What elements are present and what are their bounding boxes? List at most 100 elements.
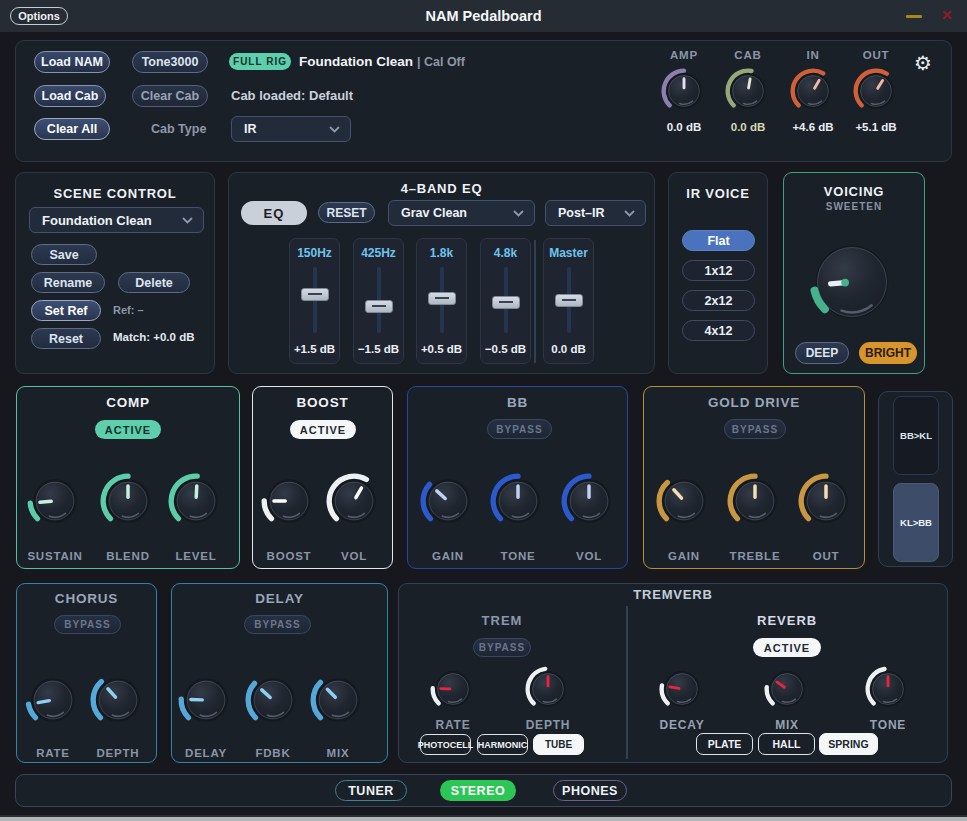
tremverb-divider [626, 606, 628, 759]
set-ref-button[interactable]: Set Ref [31, 300, 101, 321]
gold-out-label: OUT [781, 550, 871, 562]
eq-slider-handle[interactable] [555, 294, 583, 307]
out-knob[interactable] [853, 68, 899, 114]
ir-voice-4x12-button[interactable]: 4x12 [682, 320, 755, 341]
routing-toggle: BB>KL KL>BB [878, 391, 953, 567]
chevron-down-icon [329, 126, 340, 133]
eq-band-value: −1.5 dB [354, 343, 403, 355]
full-rig-badge: FULL RIG [229, 53, 291, 70]
eq-band-425hz: 425Hz −1.5 dB [353, 238, 404, 364]
tremverb-panel: TREMVERB TREM BYPASS RATE DEPTH PHOTOCEL… [398, 583, 948, 763]
clear-cab-button[interactable]: Clear Cab [132, 85, 208, 107]
comp-level-knob[interactable] [168, 473, 224, 529]
boost-active-badge[interactable]: ACTIVE [290, 420, 356, 439]
delete-button[interactable]: Delete [118, 272, 190, 293]
delay-fdbk-knob[interactable] [245, 672, 301, 728]
tone3000-button[interactable]: Tone3000 [132, 51, 208, 73]
in-knob[interactable] [790, 68, 836, 114]
chevron-down-icon [624, 210, 635, 217]
eq-routing-select[interactable]: Post–IR [545, 200, 646, 226]
cab-type-select[interactable]: IR [231, 116, 351, 142]
rename-button[interactable]: Rename [31, 272, 105, 293]
reverb-mode-spring[interactable]: SPRING [819, 733, 878, 755]
comp-active-badge[interactable]: ACTIVE [95, 420, 161, 439]
reverb-mix-knob[interactable] [764, 666, 810, 712]
scene-control-title: SCENE CONTROL [16, 186, 214, 201]
trem-mode-tube[interactable]: TUBE [533, 734, 584, 755]
reset-button[interactable]: Reset [31, 328, 101, 349]
gold-gain-knob[interactable] [656, 473, 712, 529]
scene-control-panel: SCENE CONTROL Foundation Clean Save Rena… [15, 172, 215, 374]
bright-button[interactable]: BRIGHT [859, 342, 917, 364]
chorus-bypass-badge[interactable]: BYPASS [54, 615, 121, 634]
eq-slider-handle[interactable] [301, 288, 329, 301]
eq-slider-handle[interactable] [365, 300, 393, 313]
routing-bb-kl-button[interactable]: BB>KL [893, 396, 939, 475]
cab-knob[interactable] [725, 68, 771, 114]
routing-kl-bb-button[interactable]: KL>BB [893, 483, 939, 562]
ir-voice-flat-button[interactable]: Flat [682, 230, 755, 251]
close-icon[interactable]: ✕ [941, 7, 953, 23]
delay-delay-knob[interactable] [178, 672, 234, 728]
trem-mode-photocell[interactable]: PHOTOCELL [420, 734, 471, 755]
chorus-depth-label: DEPTH [73, 747, 163, 759]
clear-all-button[interactable]: Clear All [34, 118, 110, 140]
delay-mix-knob[interactable] [310, 672, 366, 728]
load-nam-button[interactable]: Load NAM [34, 51, 110, 73]
chorus-depth-knob[interactable] [90, 672, 146, 728]
chorus-rate-knob[interactable] [25, 672, 81, 728]
bb-vol-knob[interactable] [561, 473, 617, 529]
comp-title: COMP [17, 395, 239, 410]
gold-out-knob[interactable] [798, 473, 854, 529]
reverb-mode-hall[interactable]: HALL [758, 733, 815, 755]
reverb-tone-knob[interactable] [865, 666, 911, 712]
boost-boost-knob[interactable] [261, 473, 317, 529]
bb-gain-knob[interactable] [420, 473, 476, 529]
ir-voice-1x12-button[interactable]: 1x12 [682, 260, 755, 281]
minimize-icon[interactable] [906, 15, 922, 18]
tuner-button[interactable]: TUNER [335, 780, 407, 801]
trem-mode-harmonic[interactable]: HARMONIC [477, 734, 528, 755]
eq-slider-handle[interactable] [492, 296, 520, 309]
rig-panel: Load NAM Tone3000 FULL RIG Foundation Cl… [15, 40, 952, 162]
trem-bypass-badge[interactable]: BYPASS [473, 638, 531, 657]
eq-band-master: Master 0.0 dB [543, 238, 594, 364]
reverb-decay-knob[interactable] [659, 666, 705, 712]
ir-voice-panel: IR VOICE Flat 1x12 2x12 4x12 [668, 172, 768, 374]
gold-drive-bypass-badge[interactable]: BYPASS [724, 419, 786, 439]
load-cab-button[interactable]: Load Cab [34, 85, 106, 107]
eq-reset-button[interactable]: RESET [318, 202, 375, 223]
comp-blend-knob[interactable] [100, 473, 156, 529]
bb-pedal: BB BYPASS GAIN TONE VOL [407, 386, 628, 569]
eq-slider-handle[interactable] [428, 292, 456, 305]
reverb-active-badge[interactable]: ACTIVE [753, 638, 821, 657]
save-button[interactable]: Save [31, 244, 97, 265]
reverb-decay-label: DECAY [637, 718, 727, 732]
eq-title: 4–BAND EQ [229, 181, 654, 196]
phones-button[interactable]: PHONES [553, 780, 627, 801]
deep-button[interactable]: DEEP [795, 342, 849, 364]
gold-treble-knob[interactable] [727, 473, 783, 529]
voicing-knob[interactable] [809, 239, 895, 325]
delay-bypass-badge[interactable]: BYPASS [244, 615, 311, 634]
bb-bypass-badge[interactable]: BYPASS [487, 419, 552, 439]
scene-preset-select[interactable]: Foundation Clean [29, 207, 204, 233]
amp-knob[interactable] [661, 68, 707, 114]
boost-title: BOOST [253, 395, 392, 410]
gold-drive-pedal: GOLD DRIVE BYPASS GAIN TREBLE OUT [643, 386, 865, 569]
rig-name: Foundation Clean| Cal Off [299, 54, 465, 69]
eq-band-freq: 4.8k [481, 246, 530, 260]
eq-preset-select[interactable]: Grav Clean [388, 200, 535, 226]
boost-vol-knob[interactable] [326, 473, 382, 529]
ref-value: Ref: – [113, 304, 144, 316]
trem-depth-knob[interactable] [525, 666, 571, 712]
gear-icon[interactable]: ⚙ [914, 51, 932, 75]
stereo-button[interactable]: STEREO [440, 780, 516, 801]
ir-voice-2x12-button[interactable]: 2x12 [682, 290, 755, 311]
comp-sustain-knob[interactable] [27, 473, 83, 529]
trem-rate-knob[interactable] [430, 666, 476, 712]
reverb-mode-plate[interactable]: PLATE [696, 733, 753, 755]
comp-pedal: COMP ACTIVE SUSTAIN BLEND LEVEL [16, 386, 240, 569]
bb-tone-knob[interactable] [490, 473, 546, 529]
eq-toggle-button[interactable]: EQ [241, 201, 307, 225]
